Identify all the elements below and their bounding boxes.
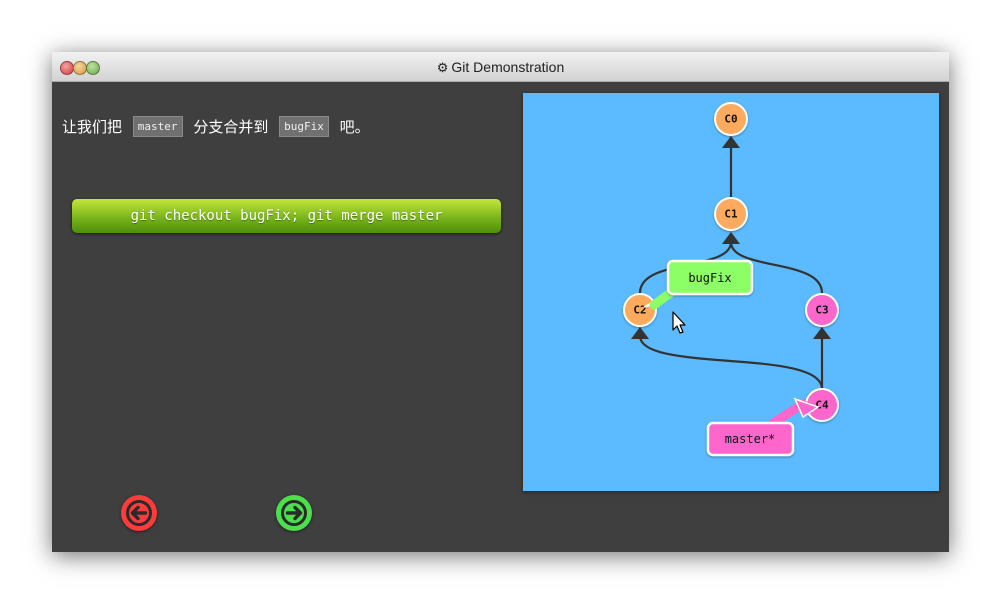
commit-node-c0[interactable]: C0	[714, 102, 748, 136]
commit-label-c2: C2	[633, 304, 646, 317]
window-title: ⚙ Git Demonstration	[52, 59, 949, 76]
commit-node-c1[interactable]: C1	[714, 197, 748, 231]
arrowhead-c3	[813, 327, 831, 339]
target-branch-code: bugFix	[279, 116, 329, 137]
instruction-suffix: 吧。	[339, 118, 370, 136]
commit-node-c3[interactable]: C3	[805, 293, 839, 327]
edge-c4-c2	[638, 335, 824, 390]
branch-name-master: master*	[725, 432, 776, 446]
instruction-prefix: 让我们把	[62, 118, 123, 136]
title-bar: ⚙ Git Demonstration	[52, 52, 949, 82]
source-branch-code: master	[132, 116, 183, 137]
branch-name-bugfix: bugFix	[688, 271, 731, 285]
git-graph-canvas: C0 C1 C2 C3 C4 bugFix master*	[523, 93, 939, 491]
command-button[interactable]: git checkout bugFix; git merge master	[72, 199, 501, 233]
arrowhead-c1	[722, 232, 740, 244]
arrowhead-c0	[722, 136, 740, 148]
arrowhead-c2	[631, 327, 649, 339]
instruction-text: 让我们把 master 分支合并到 bugFix 吧。	[62, 116, 370, 138]
arrow-right-icon	[281, 500, 307, 526]
branch-label-bugfix[interactable]: bugFix	[643, 259, 754, 310]
instruction-middle: 分支合并到	[193, 118, 269, 136]
arrow-left-icon	[126, 500, 152, 526]
commit-label-c0: C0	[724, 113, 737, 126]
next-button[interactable]	[276, 495, 312, 531]
app-window: ⚙ Git Demonstration 让我们把 master 分支合并到 bug…	[52, 52, 949, 552]
gear-icon: ⚙	[436, 60, 449, 75]
window-title-text: Git Demonstration	[451, 59, 565, 75]
commit-label-c1: C1	[724, 208, 738, 221]
git-graph: C0 C1 C2 C3 C4 bugFix master*	[623, 102, 839, 457]
branch-label-master[interactable]: master*	[706, 397, 820, 457]
mouse-cursor-icon	[672, 311, 686, 334]
commit-label-c4: C4	[815, 399, 829, 412]
commit-node-c2[interactable]: C2	[623, 293, 657, 327]
commit-label-c3: C3	[815, 304, 828, 317]
prev-button[interactable]	[121, 495, 157, 531]
